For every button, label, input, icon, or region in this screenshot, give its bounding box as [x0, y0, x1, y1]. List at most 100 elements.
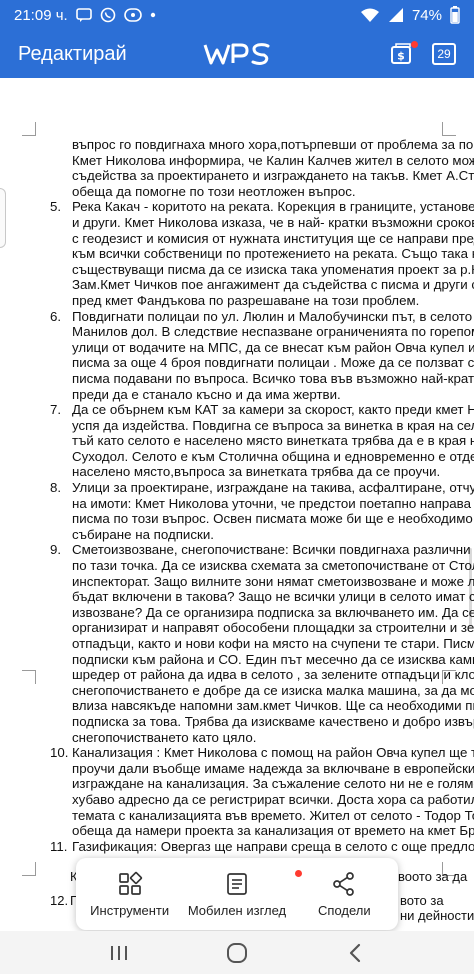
text-line: населено място,въпроса за винетката тряб…	[72, 464, 441, 480]
page-corner-mark	[22, 670, 36, 684]
share-button[interactable]: Сподели	[291, 858, 398, 930]
back-icon	[349, 943, 361, 962]
text-line: обеща да помогне по този неотложен въпро…	[72, 183, 356, 199]
list-item: 6. Повдигнати полицаи по ул. Люлин и Мал…	[50, 308, 474, 403]
battery-percent: 74%	[411, 6, 442, 24]
text-line: хубаво адресно да се регистрират всички.…	[72, 791, 474, 807]
text-line: и други. Кмет Николова изказа, че в най-…	[72, 214, 474, 230]
item-number: 10.	[50, 745, 69, 761]
sim-icon	[123, 8, 142, 22]
text-line: снегопочистването като цяло.	[72, 729, 257, 745]
document-text: въпрос го повдигнаха много хора,потърпев…	[50, 137, 474, 855]
text-line: извозване? Да се организира подписка за …	[72, 604, 474, 620]
text-line: влиза навсякъде напомни зам.кмет Чичков.…	[72, 698, 474, 714]
status-bar: 21:09 ч. 74%	[0, 0, 474, 30]
text-line: подписка за това. Трябва да изискваме ка…	[72, 713, 474, 729]
home-icon	[227, 942, 247, 963]
share-label: Сподели	[318, 902, 371, 918]
signal-icon	[388, 7, 404, 23]
peek-text: ни дейности	[400, 908, 474, 923]
text-line: Газификация: Овергаз ще направи среща в …	[72, 838, 474, 854]
text-line: обеща да намери проекта за канализация о…	[72, 823, 474, 839]
message-icon	[75, 8, 92, 22]
item-number: 6.	[50, 308, 62, 324]
text-line: към всички собственици по протежението н…	[72, 246, 474, 262]
back-button[interactable]	[340, 938, 370, 968]
system-nav-bar	[0, 931, 474, 974]
item-number: 5.	[50, 199, 62, 215]
text-line: по тази точка. Да се изисква схемата за …	[72, 558, 474, 574]
text-line: проучи дали въобще имаме надежда за вклю…	[72, 760, 474, 776]
text-line: въпрос го повдигнаха много хора,потърпев…	[72, 137, 474, 152]
wifi-icon	[360, 7, 380, 23]
text-line: Манилов дол. В следствие неспазване огра…	[72, 324, 474, 340]
item-number: 8.	[50, 480, 62, 496]
text-line: изграждане на канализация. За съжаление …	[72, 776, 474, 792]
text-line: шредер от района да идва в селото , за з…	[72, 667, 474, 683]
peek-text: воото за да	[398, 869, 468, 884]
text-line: улици от водачите на МПС, да се внесат к…	[72, 339, 474, 355]
text-line: успя да издейства. Повдигна се въпроса з…	[72, 417, 474, 433]
notification-dot	[411, 41, 418, 48]
tools-label: Инструменти	[90, 902, 170, 918]
list-item: 7. Да се обърнем към КАТ за камери за ск…	[50, 402, 474, 480]
wps-logo	[202, 38, 272, 70]
text-line: писма за още 4 броя повдигнати полицаи .…	[72, 355, 474, 371]
tab-count-button[interactable]: 29	[432, 43, 456, 65]
recent-apps-button[interactable]	[104, 938, 134, 968]
document-badge-icon[interactable]: $	[390, 41, 418, 65]
recent-apps-icon	[111, 945, 127, 960]
text-line: организират и направят обособени площадк…	[72, 620, 474, 636]
page-corner-mark	[22, 862, 36, 876]
text-line: на имоти: Кмет Николова уточни, че предс…	[72, 495, 474, 511]
item-number: 9.	[50, 542, 62, 558]
item-number: 7.	[50, 402, 62, 418]
text-line: съдейства за проектирането и изгражданет…	[72, 168, 474, 184]
mobile-view-button[interactable]: Мобилен изглед	[183, 858, 303, 930]
tools-button[interactable]: Инструменти	[76, 858, 183, 930]
more-icon	[150, 12, 156, 18]
text-line: тъй като селото е населено място винетка…	[72, 433, 474, 449]
page-corner-mark	[442, 122, 456, 136]
home-button[interactable]	[222, 938, 252, 968]
text-line: писма по този въпрос. Освен писмата може…	[72, 511, 474, 527]
text-line: Река Какач - коритото на реката. Корекци…	[72, 199, 474, 215]
share-icon	[333, 871, 355, 896]
peek-text: 12.	[50, 893, 69, 908]
text-line: преди да е станало късно и да има жертви…	[72, 386, 341, 402]
list-item: 10. Канализация : Кмет Николова с помощ …	[50, 745, 474, 839]
text-line: събиране на подписки.	[72, 526, 214, 542]
mobile-view-icon	[227, 872, 247, 895]
viber-icon	[100, 7, 116, 23]
list-item: 8. Улици за проектиране, изграждане на т…	[50, 480, 474, 542]
app-bar: Редактирай $ 29	[0, 30, 474, 78]
status-time: 21:09 ч.	[14, 6, 68, 24]
text-line: инспекторат. Защо вилните зони нямат сме…	[72, 573, 474, 589]
text-line: Кмет Николова информира, че Калин Калчев…	[72, 152, 474, 168]
list-item: 9. Сметоизвозване, снегопочистване: Всич…	[50, 542, 474, 745]
text-line: отпадъци, както и нови кофи на място на …	[72, 636, 474, 651]
item-number: 11.	[50, 838, 68, 854]
svg-text:$: $	[397, 50, 405, 63]
text-line: Зам.Кмет Чичков пое ангажимент да съдейс…	[72, 277, 474, 293]
document-viewport[interactable]: въпрос го повдигнаха много хора,потърпев…	[0, 78, 474, 931]
grid-tools-icon	[118, 871, 142, 895]
text-line: Повдигнати полицаи по ул. Люлин и Малобу…	[72, 308, 474, 324]
text-line: пред кмет Фандъкова по разрешаване на то…	[72, 292, 420, 308]
list-item: 5. Река Какач - коритото на реката. Коре…	[50, 199, 474, 308]
text-line: снегопочистването е добре да се изиска м…	[72, 682, 474, 698]
peek-text: вото за	[400, 893, 444, 908]
text-line: съществуващи писма да се изиска така упо…	[72, 261, 474, 277]
text-line: Улици за проектиране, изграждане на таки…	[72, 480, 474, 496]
text-line: бъдат включени в такова? Защо не всички …	[72, 589, 474, 605]
text-line: Да се обърнем към КАТ за камери за скоро…	[72, 402, 474, 418]
page-corner-mark	[22, 122, 36, 136]
bottom-tool-panel: Инструменти Мобилен изглед Сподели	[76, 858, 398, 930]
text-line: подписки към района и СО. Един път месеч…	[72, 651, 474, 667]
list-item: 11. Газификация: Овергаз ще направи срещ…	[50, 838, 474, 855]
text-line: темата с канализацията във времето. Жите…	[72, 807, 474, 823]
left-scroll-handle[interactable]	[0, 188, 6, 248]
intro-paragraph: въпрос го повдигнаха много хора,потърпев…	[50, 137, 474, 199]
text-line: Суходол. Селото е към Столична община и …	[72, 448, 474, 464]
text-line: Сметоизвозване, снегопочистване: Всички …	[72, 542, 474, 558]
